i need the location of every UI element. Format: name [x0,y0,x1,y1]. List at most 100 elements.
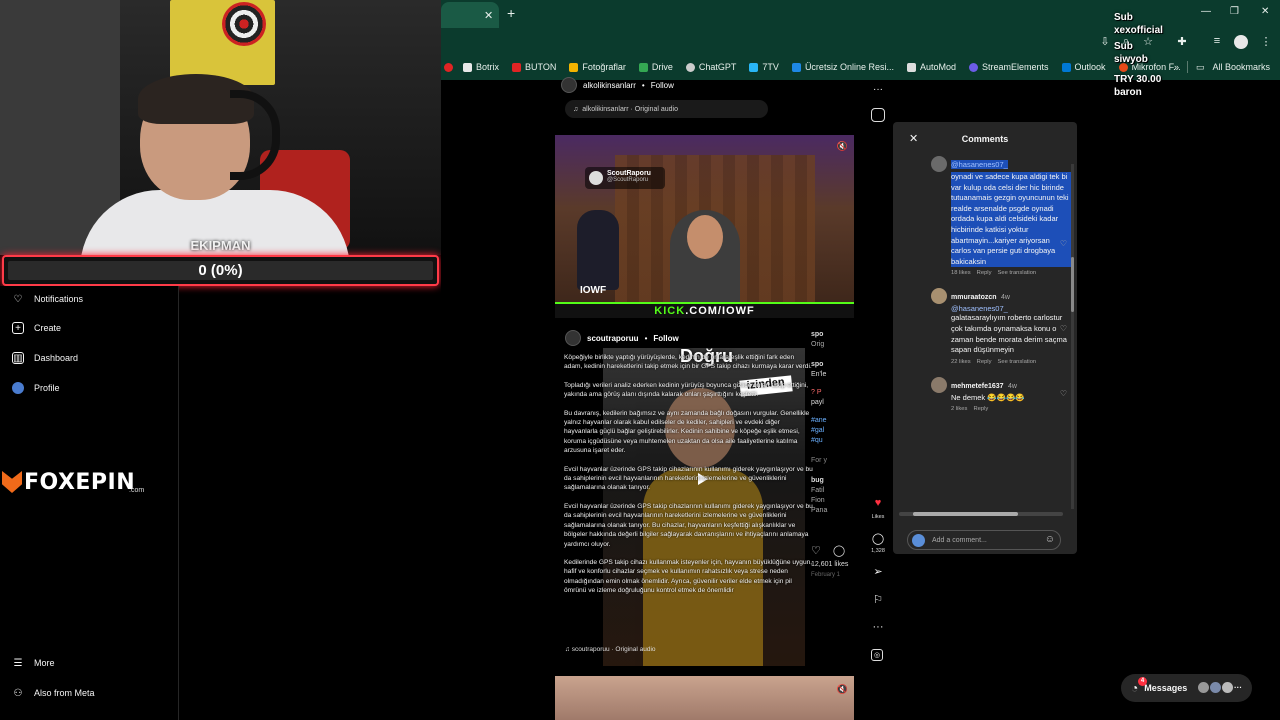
comments-scroll-thumb[interactable] [1071,257,1074,312]
save-icon[interactable]: ⚐ [871,593,885,606]
kick-prefix: KICK [654,305,686,317]
comment-icon[interactable]: ◯ [833,546,845,557]
all-bookmarks-button[interactable]: All Bookmarks [1212,62,1270,72]
caption-paragraph: Topladığı verileri analiz ederken kedini… [564,381,809,399]
reply-button[interactable]: Reply [977,359,992,365]
audio-label[interactable]: ♫ scoutraporuu · Original audio [565,646,656,653]
profile-avatar[interactable] [1234,35,1248,49]
bookmark-icon [749,62,759,72]
brand-suffix: .com [129,487,145,494]
peek-line: #ane [811,417,827,424]
emoji-icon[interactable]: ☺ [1045,534,1055,545]
comment-mention[interactable]: @hasanenes07_ [951,160,1008,169]
dashboard-icon: ▥ [12,352,24,364]
comments-hscroll-thumb[interactable] [913,512,1018,516]
share-icon[interactable]: ➢ [871,565,885,578]
audio-thumb-icon[interactable]: ◎ [871,649,883,661]
bookmark-item[interactable]: Botrix [463,62,499,72]
sidebar-item-profile[interactable]: Profile [12,382,60,394]
caption-paragraph: Kedilerinde GPS takip cihazı kullanmak i… [564,558,813,595]
more-icon[interactable]: ··· [871,621,885,633]
bookmark-item[interactable]: 7TV [749,62,779,72]
record-icon [444,62,453,72]
install-icon[interactable]: ⇩ [1098,35,1112,48]
post-media[interactable]: IOWF ScoutRaporu @ScoutRaporu 🔇 KICK.COM… [555,135,854,318]
tab-active[interactable]: ✕ [441,2,499,28]
avatar [1198,682,1209,693]
reply-button[interactable]: Reply [977,270,992,276]
sidebar-item-also-from-meta[interactable]: ⚇ Also from Meta [12,687,95,699]
bookmark-item[interactable]: AutoMod [906,62,956,72]
avatar[interactable] [931,376,947,393]
dot-separator: • [641,80,645,90]
bookmark-item[interactable]: BUTON [512,62,556,72]
sidebar-item-create[interactable]: + Create [12,322,61,334]
comment-likes[interactable]: 18 likes [951,270,971,276]
comment-icon[interactable]: ◯ [871,532,885,545]
avatar[interactable] [931,288,947,305]
follow-button[interactable]: Follow [653,334,678,343]
comment-username[interactable]: mehmetefe1637 [951,383,1004,390]
reply-button[interactable]: Reply [973,406,988,412]
translate-button[interactable]: See translation [997,359,1036,365]
peek-line: For y [811,457,827,464]
messages-button[interactable]: ◔ 4 Messages ··· [1121,674,1252,702]
sidebar-item-dashboard[interactable]: ▥ Dashboard [12,352,78,364]
comments-count: 1,328 [871,548,885,554]
heart-icon[interactable]: ♡ [1060,389,1067,398]
meta-icon: ⚇ [13,687,23,699]
add-comment-input[interactable]: Add a comment... ☺ [907,530,1061,550]
peek-actions: ♡ ◯ [811,546,856,557]
next-post-media[interactable]: 🔇 [555,676,854,720]
translate-button[interactable]: See translation [997,270,1036,276]
comments-scrollbar[interactable] [1071,164,1074,509]
audio-pill[interactable]: ♫ alkolikinsanlarr · Original audio [565,100,768,118]
mute-icon[interactable]: 🔇 [837,684,848,695]
headset-icon [230,90,280,180]
instagram-icon[interactable] [871,108,885,122]
bookmark-item[interactable]: ChatGPT [685,62,736,72]
maximize-icon[interactable]: ❐ [1230,6,1239,17]
music-icon: ♫ [565,646,572,653]
bookmark-item[interactable]: Drive [638,62,673,72]
bookmark-item[interactable]: StreamElements [969,62,1049,72]
fox-icon [2,471,22,493]
new-tab-button[interactable]: + [507,5,515,21]
follow-button[interactable]: Follow [651,81,674,90]
heart-icon[interactable]: ♡ [811,546,821,557]
post-username[interactable]: scoutraporuu [587,334,639,343]
heart-icon[interactable]: ♡ [1060,239,1067,248]
add-comment-placeholder: Add a comment... [932,536,987,544]
menu-dots-icon[interactable]: ⋮ [1259,35,1273,48]
heart-icon[interactable]: ♡ [1060,324,1067,333]
alert-line: siwyob [1114,54,1148,65]
video-face [687,215,723,259]
mute-icon[interactable]: 🔇 [837,141,848,152]
comment-mention[interactable]: @hasanenes07_ [951,304,1071,313]
music-icon: ♫ [573,105,579,113]
bookmark-item[interactable]: Outlook [1061,62,1106,72]
adjacent-post-peek: spo Orig spo En'le ? P payl #ane #gal #q… [811,330,856,580]
more-icon[interactable]: ··· [873,84,883,95]
webcam-dartboard [222,2,266,46]
post-header: alkolikinsanlarr • Follow [561,77,674,93]
avatar[interactable] [931,156,947,172]
avatar[interactable] [565,330,581,346]
post-username[interactable]: alkolikinsanlarr [583,81,636,90]
comment-likes[interactable]: 2 likes [951,406,967,412]
bookmark-label: Fotoğraflar [582,62,626,72]
bookmark-item[interactable]: Ücretsiz Online Resi... [791,62,894,72]
comment-username[interactable]: mmuraatozcn [951,294,997,301]
sidebar-item-more[interactable]: ☰ More [12,657,55,669]
bookmark-item[interactable]: Fotoğraflar [569,62,626,72]
close-icon[interactable]: ✕ [484,9,493,22]
sidebar-item-notifications[interactable]: ♡ Notifications [12,293,84,305]
bookmark-record[interactable] [444,62,453,72]
messages-label: Messages [1144,683,1188,693]
post-action-column: ··· ♥ Likes ◯ 1,328 ➢ ⚐ ··· ◎ [868,80,886,720]
comments-panel: ✕ Comments @hasanenes07_ oynadi ve sadec… [893,122,1077,554]
window-close-icon[interactable]: ✕ [1261,6,1269,17]
comment-likes[interactable]: 22 likes [951,359,971,365]
avatar[interactable] [561,77,577,93]
heart-icon[interactable]: ♥ [871,497,885,509]
